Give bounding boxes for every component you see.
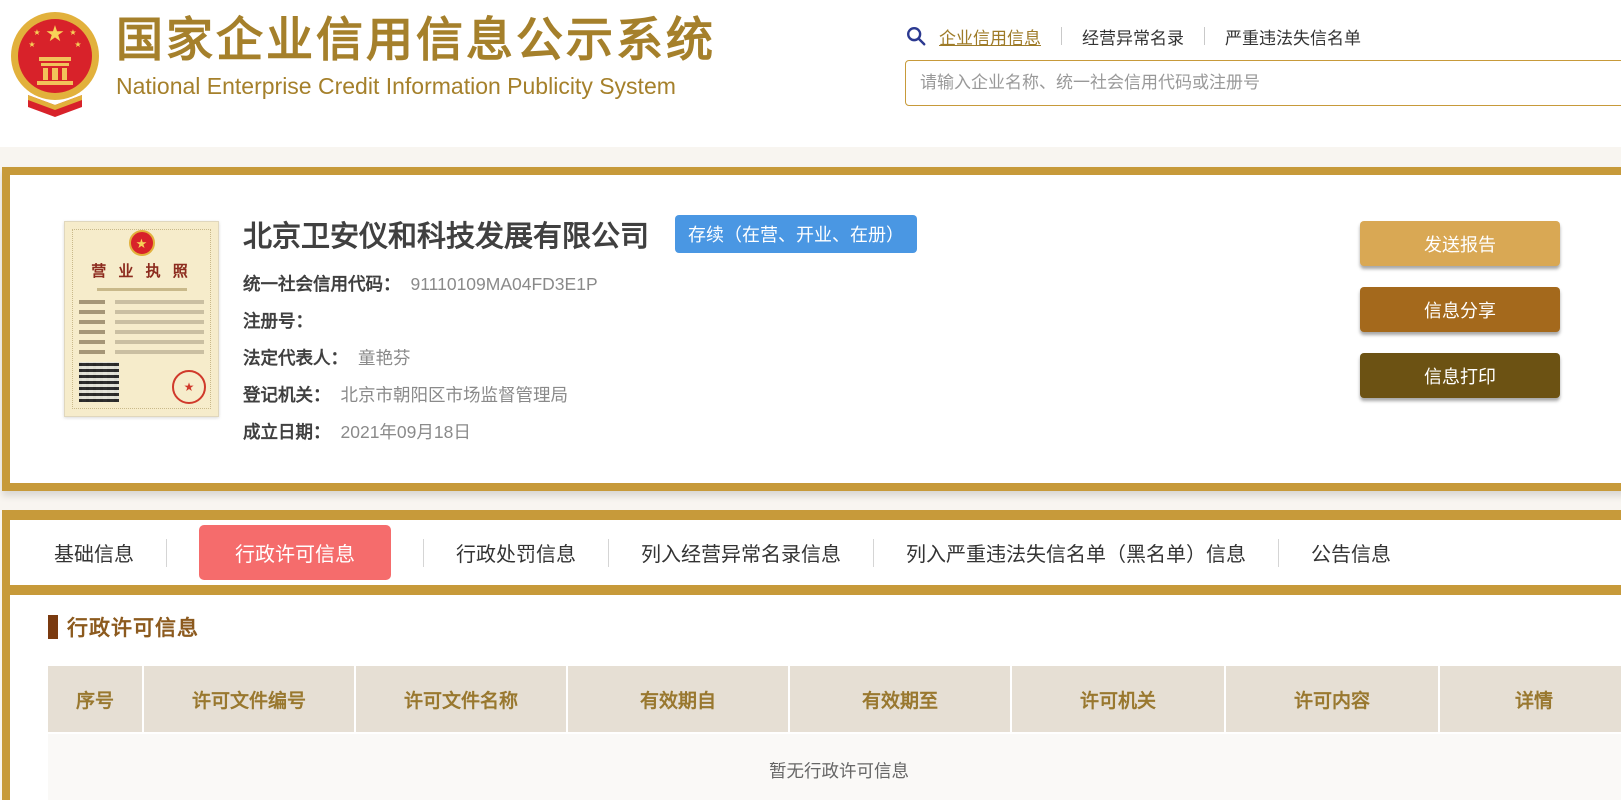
- heading-marker-icon: [48, 615, 58, 639]
- svg-text:★: ★: [69, 28, 76, 37]
- col-header-index: 序号: [48, 666, 144, 732]
- divider: [1061, 27, 1062, 45]
- divider: [608, 538, 609, 567]
- field-credit-code: 统一社会信用代码： 91110109MA04FD3E1P: [243, 271, 917, 297]
- tab-admin-license[interactable]: 行政许可信息: [199, 525, 391, 580]
- admin-license-table: 序号 许可文件编号 许可文件名称 有效期自 有效期至 许可机关 许可内容 详情 …: [48, 666, 1621, 800]
- field-value: 91110109MA04FD3E1P: [410, 274, 598, 294]
- license-red-seal-icon: ★: [172, 370, 206, 404]
- table-header-row: 序号 许可文件编号 许可文件名称 有效期自 有效期至 许可机关 许可内容 详情: [48, 666, 1621, 732]
- search-icon: [907, 27, 926, 46]
- detail-section: 基础信息 行政许可信息 行政处罚信息 列入经营异常名录信息 列入严重违法失信名单…: [2, 510, 1621, 800]
- license-text-line: [79, 350, 204, 354]
- site-header: ★ ★ ★ ★ ★ 国家企业信用信息公示系统 National Enterpri…: [0, 0, 1621, 147]
- section-heading: 行政许可信息: [48, 612, 1621, 642]
- field-registration-no: 注册号：: [243, 308, 917, 334]
- license-text-line: [79, 340, 204, 344]
- site-title-block: 国家企业信用信息公示系统 National Enterprise Credit …: [116, 13, 716, 100]
- field-label: 登记机关：: [243, 385, 331, 405]
- field-registration-authority: 登记机关： 北京市朝阳区市场监督管理局: [243, 382, 917, 408]
- company-info-card: ★ 营 业 执 照 ★ 北京卫安仪和科技发展有限公司 存续（在营、开业、在册） …: [2, 167, 1621, 491]
- tab-admin-penalty[interactable]: 行政处罚信息: [456, 538, 576, 567]
- site-logo-block: ★ ★ ★ ★ ★ 国家企业信用信息公示系统 National Enterpri…: [10, 9, 716, 121]
- col-header-details: 详情: [1514, 690, 1553, 712]
- svg-text:★: ★: [33, 28, 40, 37]
- col-header-valid-from: 有效期自: [568, 666, 790, 732]
- field-value: 2021年09月18日: [340, 422, 471, 442]
- section-heading-text: 行政许可信息: [67, 617, 199, 640]
- license-text-line: [79, 330, 204, 334]
- license-qr-code-icon: [79, 362, 119, 402]
- license-text-line: [79, 320, 204, 324]
- search-tab-abnormal-directory[interactable]: 经营异常名录: [1082, 24, 1184, 49]
- field-value: 北京市朝阳区市场监督管理局: [340, 385, 569, 405]
- divider: [166, 538, 167, 567]
- license-title: 营 业 执 照: [91, 263, 192, 280]
- field-legal-representative: 法定代表人： 童艳芬: [243, 345, 917, 371]
- search-block: 企业信用信息 经营异常名录 严重违法失信名单: [905, 22, 1621, 106]
- tab-basic-info[interactable]: 基础信息: [54, 538, 134, 567]
- divider: [423, 538, 424, 567]
- svg-text:★: ★: [45, 21, 65, 46]
- site-title-cn: 国家企业信用信息公示系统: [116, 13, 716, 66]
- company-fields: 统一社会信用代码： 91110109MA04FD3E1P 注册号： 法定代表人：…: [243, 271, 917, 445]
- field-label: 成立日期：: [243, 422, 331, 442]
- col-header-valid-to: 有效期至: [790, 666, 1012, 732]
- tab-serious-illegal-blacklist[interactable]: 列入严重违法失信名单（黑名单）信息: [906, 538, 1246, 567]
- divider: [873, 538, 874, 567]
- license-emblem-icon: ★: [128, 230, 155, 256]
- col-header-license-doc-number: 许可文件编号: [144, 666, 356, 732]
- field-label: 注册号：: [243, 311, 313, 331]
- search-category-nav: 企业信用信息 经营异常名录 严重违法失信名单: [905, 22, 1621, 50]
- business-license-thumbnail[interactable]: ★ 营 业 执 照 ★: [64, 221, 219, 417]
- info-share-button[interactable]: 信息分享: [1360, 287, 1560, 332]
- divider: [1204, 27, 1205, 45]
- company-search-input[interactable]: [905, 60, 1621, 106]
- svg-text:★: ★: [28, 40, 35, 49]
- search-tab-enterprise-credit[interactable]: 企业信用信息: [939, 24, 1041, 49]
- tab-abnormal-operations[interactable]: 列入经营异常名录信息: [641, 538, 841, 567]
- national-emblem-logo: ★ ★ ★ ★ ★: [11, 12, 99, 117]
- field-label: 统一社会信用代码：: [243, 274, 401, 294]
- field-value: 童艳芬: [358, 348, 411, 368]
- license-text-line: [79, 310, 204, 314]
- divider: [1278, 538, 1279, 567]
- company-status-badge: 存续（在营、开业、在册）: [675, 215, 918, 253]
- svg-text:★: ★: [74, 40, 81, 49]
- company-details: 北京卫安仪和科技发展有限公司 存续（在营、开业、在册） 统一社会信用代码： 91…: [243, 215, 918, 483]
- site-title-en: National Enterprise Credit Information P…: [116, 73, 676, 100]
- license-text-line: [79, 300, 204, 304]
- field-label: 法定代表人：: [243, 348, 348, 368]
- company-name: 北京卫安仪和科技发展有限公司: [243, 221, 650, 253]
- field-establishment-date: 成立日期： 2021年09月18日: [243, 419, 917, 445]
- info-print-button[interactable]: 信息打印: [1360, 353, 1560, 398]
- table-empty-message: 暂无行政许可信息: [48, 732, 1621, 800]
- page-background: ★ 营 业 执 照 ★ 北京卫安仪和科技发展有限公司 存续（在营、开业、在册） …: [0, 147, 1621, 800]
- tab-content: 行政许可信息 序号 许可文件编号 许可文件名称 有效期自 有效期至 许可机关 许…: [10, 595, 1621, 800]
- search-tab-serious-illegal-list[interactable]: 严重违法失信名单: [1225, 24, 1361, 49]
- tab-announcements[interactable]: 公告信息: [1311, 538, 1391, 567]
- send-report-button[interactable]: 发送报告: [1360, 221, 1560, 266]
- col-header-licensing-authority: 许可机关: [1012, 666, 1226, 732]
- col-header-license-doc-name: 许可文件名称: [356, 666, 568, 732]
- detail-tabs: 基础信息 行政许可信息 行政处罚信息 列入经营异常名录信息 列入严重违法失信名单…: [10, 520, 1621, 595]
- card-action-buttons: 发送报告 信息分享 信息打印: [1360, 221, 1560, 398]
- col-header-license-content: 许可内容: [1226, 666, 1440, 732]
- license-subtitle-line: [96, 288, 187, 291]
